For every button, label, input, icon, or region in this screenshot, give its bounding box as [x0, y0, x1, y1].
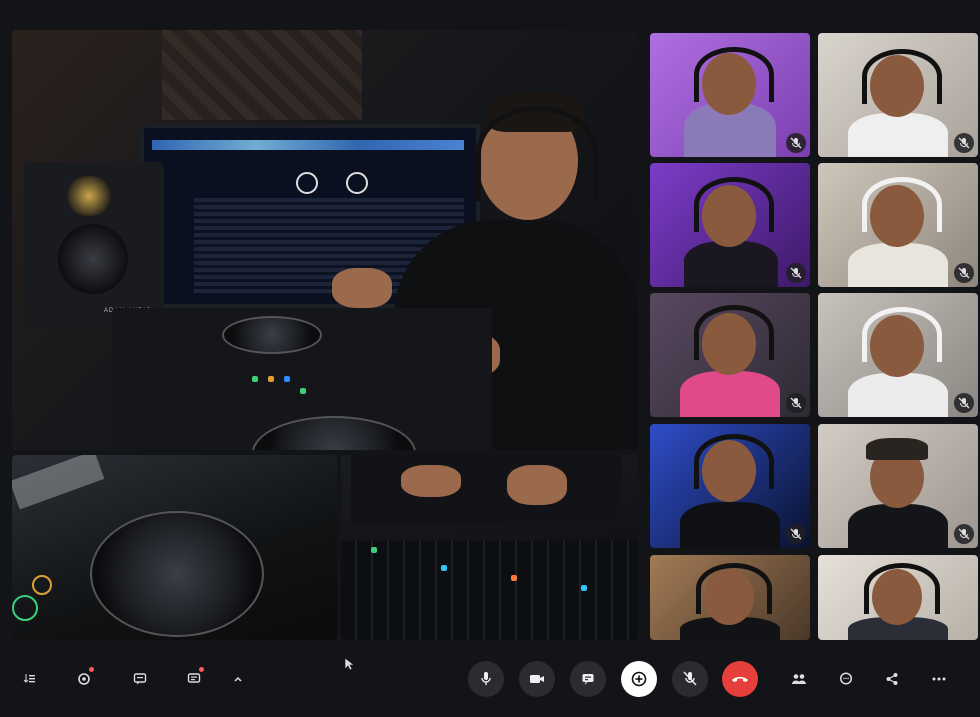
present-button[interactable] [126, 661, 154, 697]
phone-hangup-icon [731, 674, 749, 684]
pad-ring [32, 575, 52, 595]
waveform [152, 140, 464, 150]
headphones [862, 177, 942, 232]
mic-off-icon [954, 524, 974, 544]
led [441, 565, 447, 571]
presenter-video[interactable]: ADAM AUDIO [12, 30, 638, 450]
chevron-up-icon [233, 674, 243, 684]
wall-panel [162, 30, 362, 120]
jog-wheel [90, 511, 264, 637]
led [268, 376, 274, 382]
add-icon [631, 671, 647, 687]
participant-body [848, 373, 948, 417]
participant-tile[interactable] [650, 555, 810, 640]
headphones [694, 177, 774, 232]
more-options-toggle[interactable] [224, 661, 252, 697]
led [371, 547, 377, 553]
mic-off-icon [786, 133, 806, 153]
more-icon [932, 677, 946, 681]
mic-off-icon [683, 671, 697, 687]
leave-call-button[interactable] [722, 661, 758, 697]
reactions-button[interactable] [180, 661, 208, 697]
people-button[interactable] [785, 661, 813, 697]
participant-tile[interactable] [650, 33, 810, 157]
participant-body [848, 504, 948, 548]
headphones [476, 106, 598, 201]
headphones [694, 47, 774, 102]
chat-button[interactable] [832, 661, 860, 697]
mic-off-icon [786, 524, 806, 544]
participant-tile[interactable] [818, 555, 978, 640]
present-icon [133, 672, 147, 686]
led [252, 376, 258, 382]
mic-button[interactable] [468, 661, 504, 697]
led [284, 376, 290, 382]
reactions-icon [187, 672, 201, 686]
presenter-hand-left [332, 268, 392, 308]
participant-body [684, 241, 778, 287]
headphones [862, 49, 942, 104]
pad-ring [12, 595, 38, 621]
headphones [864, 563, 940, 614]
headphones [862, 307, 942, 362]
headphones [694, 434, 774, 489]
mouse-cursor-icon [344, 657, 354, 671]
participant-tile[interactable] [818, 424, 978, 548]
participant-body [680, 371, 780, 417]
mic-off-icon [786, 393, 806, 413]
notification-dot [199, 667, 204, 672]
participant-tile[interactable] [818, 163, 978, 287]
led [511, 575, 517, 581]
led [581, 585, 587, 591]
camera-button[interactable] [519, 661, 555, 697]
hand-right [507, 465, 567, 505]
captions-icon [23, 672, 37, 686]
headphones [694, 305, 774, 360]
notification-dot [89, 667, 94, 672]
captions-button[interactable] [16, 661, 44, 697]
led [300, 388, 306, 394]
participant-tile[interactable] [650, 293, 810, 417]
presenter-arms [351, 455, 621, 525]
mic-off-icon [954, 393, 974, 413]
participant-tile[interactable] [818, 33, 978, 157]
more-options-button[interactable] [925, 661, 953, 697]
jog-wheel-top [222, 316, 322, 354]
tweeter [64, 176, 114, 216]
cap [866, 438, 928, 460]
screen-share-button[interactable] [570, 661, 606, 697]
hand-button[interactable] [70, 661, 98, 697]
participant-tile[interactable] [818, 293, 978, 417]
chat-icon [839, 672, 853, 686]
mixer-closeup-video[interactable] [341, 455, 638, 640]
deck-b-dial [346, 172, 368, 194]
headphones [696, 563, 772, 614]
share-icon [885, 672, 899, 686]
cable [12, 455, 105, 510]
participant-body [848, 243, 948, 287]
microphone-icon [479, 671, 493, 687]
call-toolbar [0, 645, 980, 717]
mic-off-icon [954, 133, 974, 153]
mic-off-icon [786, 263, 806, 283]
deck-a-dial [296, 172, 318, 194]
mute-button[interactable] [672, 661, 708, 697]
controller-closeup-video[interactable] [12, 455, 337, 640]
share-button[interactable] [878, 661, 906, 697]
participant-body [848, 113, 948, 157]
studio-monitor-speaker: ADAM AUDIO [24, 162, 164, 328]
hand-left [401, 465, 461, 497]
woofer [58, 224, 128, 294]
meeting-stage: ADAM AUDIO [0, 0, 980, 717]
people-icon [791, 673, 807, 685]
camera-icon [529, 673, 545, 685]
add-button[interactable] [621, 661, 657, 697]
mixer-faders [341, 541, 638, 640]
participant-tile[interactable] [650, 163, 810, 287]
participant-body [680, 502, 780, 548]
raise-hand-icon [77, 672, 91, 686]
mic-off-icon [954, 263, 974, 283]
screen-share-icon [581, 672, 595, 686]
participant-tile[interactable] [650, 424, 810, 548]
